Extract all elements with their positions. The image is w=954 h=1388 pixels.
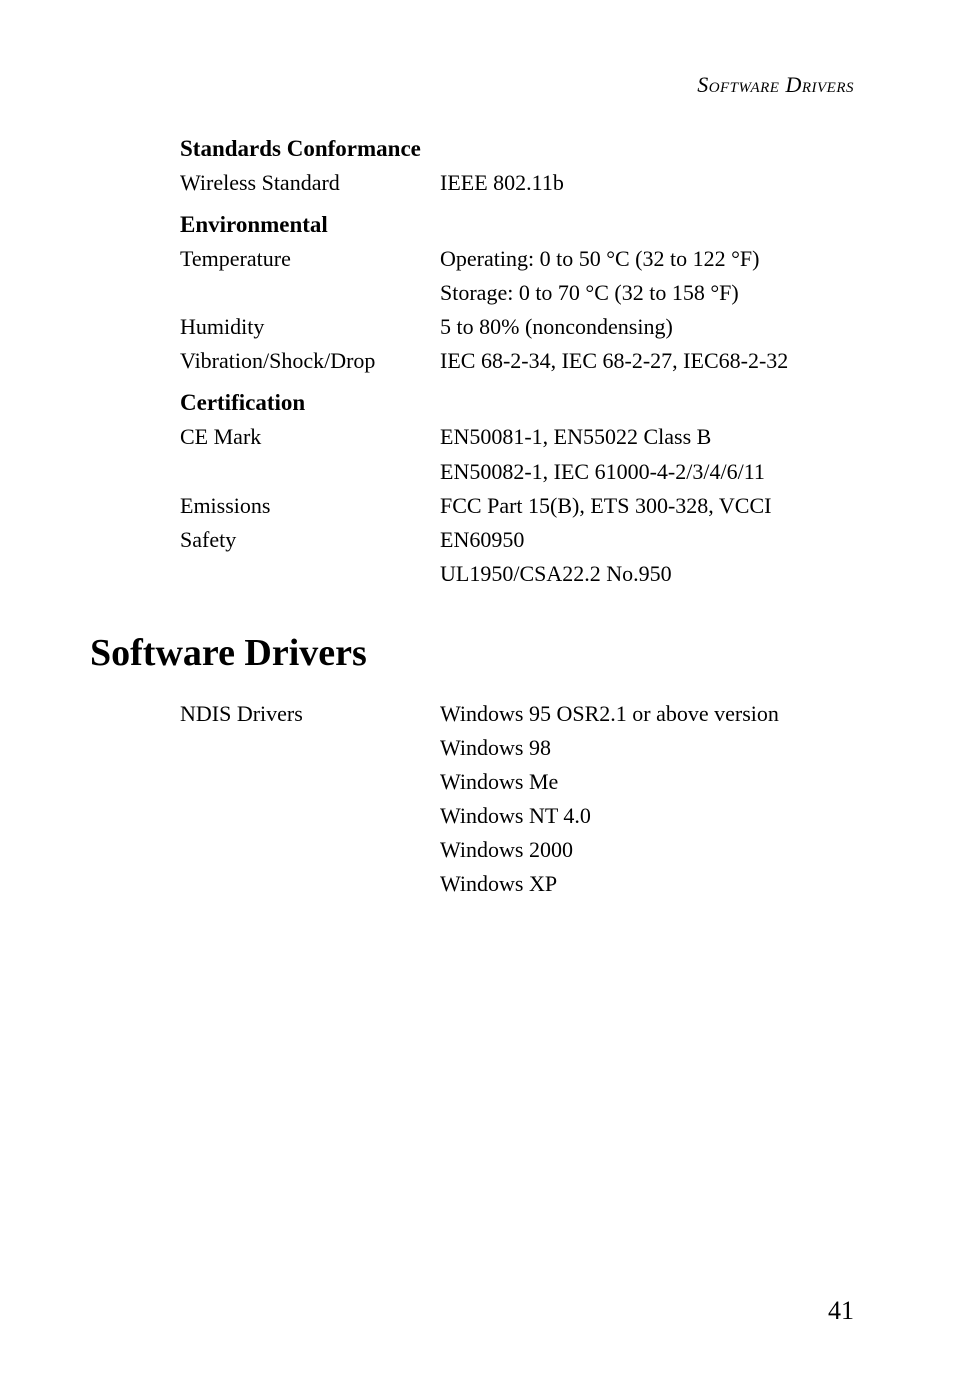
spec-value: Storage: 0 to 70 °C (32 to 158 °F) bbox=[440, 276, 854, 310]
spec-label: Vibration/Shock/Drop bbox=[180, 344, 440, 378]
spec-value: Windows Me bbox=[440, 765, 854, 799]
spec-value: IEEE 802.11b bbox=[440, 166, 854, 200]
spec-label bbox=[180, 765, 440, 799]
spec-row: NDIS Drivers Windows 95 OSR2.1 or above … bbox=[180, 697, 854, 731]
spec-row: Temperature Operating: 0 to 50 °C (32 to… bbox=[180, 242, 854, 276]
spec-value: Operating: 0 to 50 °C (32 to 122 °F) bbox=[440, 242, 854, 276]
spec-value: Windows XP bbox=[440, 867, 854, 901]
environmental-section: Environmental Temperature Operating: 0 t… bbox=[180, 212, 854, 378]
spec-row: Windows 98 bbox=[180, 731, 854, 765]
spec-label: Emissions bbox=[180, 489, 440, 523]
spec-value: Windows 95 OSR2.1 or above version bbox=[440, 697, 854, 731]
spec-value: IEC 68-2-34, IEC 68-2-27, IEC68-2-32 bbox=[440, 344, 854, 378]
spec-row: Vibration/Shock/Drop IEC 68-2-34, IEC 68… bbox=[180, 344, 854, 378]
spec-row: UL1950/CSA22.2 No.950 bbox=[180, 557, 854, 591]
spec-label bbox=[180, 833, 440, 867]
spec-row: Emissions FCC Part 15(B), ETS 300-328, V… bbox=[180, 489, 854, 523]
spec-value: FCC Part 15(B), ETS 300-328, VCCI bbox=[440, 489, 854, 523]
certification-section: Certification CE Mark EN50081-1, EN55022… bbox=[180, 390, 854, 590]
spec-value: EN50081-1, EN55022 Class B bbox=[440, 420, 854, 454]
spec-label: CE Mark bbox=[180, 420, 440, 454]
section-heading-standards: Standards Conformance bbox=[180, 136, 854, 162]
spec-row: Windows XP bbox=[180, 867, 854, 901]
spec-row: Safety EN60950 bbox=[180, 523, 854, 557]
spec-row: Humidity 5 to 80% (noncondensing) bbox=[180, 310, 854, 344]
spec-label bbox=[180, 276, 440, 310]
spec-row: EN50082-1, IEC 61000-4-2/3/4/6/11 bbox=[180, 455, 854, 489]
spec-label: Humidity bbox=[180, 310, 440, 344]
spec-value: EN60950 bbox=[440, 523, 854, 557]
spec-row: CE Mark EN50081-1, EN55022 Class B bbox=[180, 420, 854, 454]
spec-label bbox=[180, 867, 440, 901]
spec-value: 5 to 80% (noncondensing) bbox=[440, 310, 854, 344]
spec-row: Wireless Standard IEEE 802.11b bbox=[180, 166, 854, 200]
spec-label: Wireless Standard bbox=[180, 166, 440, 200]
spec-value: UL1950/CSA22.2 No.950 bbox=[440, 557, 854, 591]
spec-label bbox=[180, 455, 440, 489]
spec-label: Temperature bbox=[180, 242, 440, 276]
spec-row: Storage: 0 to 70 °C (32 to 158 °F) bbox=[180, 276, 854, 310]
software-drivers-section: NDIS Drivers Windows 95 OSR2.1 or above … bbox=[180, 697, 854, 902]
spec-label bbox=[180, 731, 440, 765]
spec-label bbox=[180, 799, 440, 833]
spec-label: NDIS Drivers bbox=[180, 697, 440, 731]
section-heading-certification: Certification bbox=[180, 390, 854, 416]
main-heading-software-drivers: Software Drivers bbox=[90, 631, 854, 675]
spec-value: Windows 2000 bbox=[440, 833, 854, 867]
page-running-header: Software Drivers bbox=[180, 72, 854, 98]
spec-row: Windows NT 4.0 bbox=[180, 799, 854, 833]
spec-label: Safety bbox=[180, 523, 440, 557]
spec-value: Windows 98 bbox=[440, 731, 854, 765]
spec-row: Windows Me bbox=[180, 765, 854, 799]
section-heading-environmental: Environmental bbox=[180, 212, 854, 238]
standards-conformance-section: Standards Conformance Wireless Standard … bbox=[180, 136, 854, 200]
spec-value: Windows NT 4.0 bbox=[440, 799, 854, 833]
spec-row: Windows 2000 bbox=[180, 833, 854, 867]
spec-label bbox=[180, 557, 440, 591]
page-number: 41 bbox=[828, 1296, 854, 1326]
spec-value: EN50082-1, IEC 61000-4-2/3/4/6/11 bbox=[440, 455, 854, 489]
